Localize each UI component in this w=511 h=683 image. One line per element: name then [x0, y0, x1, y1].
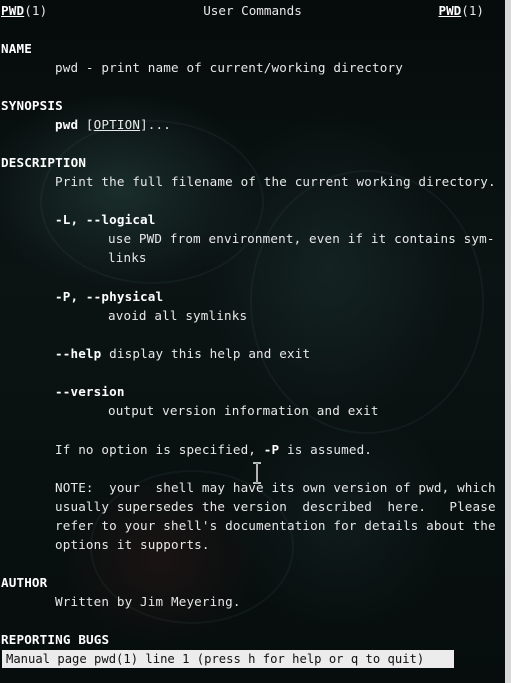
default-post: is assumed.: [279, 442, 373, 457]
option-logical-desc: use PWD from environment, even if it con…: [108, 231, 495, 246]
author-text: Written by Jim Meyering.: [55, 594, 241, 609]
pager-status-bar: Manual page pwd(1) line 1 (press h for h…: [2, 650, 454, 668]
note-line-1: NOTE: your shell may have its own versio…: [55, 480, 496, 495]
description-text: Print the full filename of the current w…: [55, 174, 496, 189]
option-logical-flag: -L, --logical: [55, 212, 156, 227]
note-line-4: options it supports.: [55, 537, 210, 552]
note-line-2: usually supersedes the version described…: [55, 499, 496, 514]
window-border: [505, 0, 511, 683]
synopsis-line: pwd [OPTION]...: [55, 115, 171, 134]
author-heading: AUTHOR: [1, 575, 48, 590]
text-cursor-icon: [253, 462, 261, 484]
option-physical-flag: -P, --physical: [55, 289, 164, 304]
option-version-flag: --version: [55, 384, 125, 399]
synopsis-command: pwd: [55, 117, 79, 132]
header-right-section: (1): [461, 3, 484, 18]
option-help-desc: display this help and exit: [101, 346, 311, 361]
option-logical-desc-cont: links: [108, 250, 147, 265]
option-help-flag: --help: [55, 346, 102, 361]
background-swirl: [40, 120, 264, 284]
option-physical-desc: avoid all symlinks: [108, 308, 248, 323]
synopsis-option: OPTION: [93, 117, 141, 132]
terminal-window[interactable]: PWD(1) User Commands PWD(1) NAME pwd - p…: [0, 0, 505, 683]
note-line-3: refer to your shell's documentation for …: [55, 518, 496, 533]
header-right-name: PWD: [438, 3, 462, 18]
default-pre: If no option is specified,: [55, 442, 264, 457]
name-heading: NAME: [1, 41, 32, 56]
option-version-desc: output version information and exit: [108, 403, 379, 418]
reporting-bugs-heading: REPORTING BUGS: [1, 632, 110, 647]
header-right: PWD(1): [439, 1, 485, 20]
synopsis-open: [: [78, 117, 94, 132]
default-option-line: If no option is specified, -P is assumed…: [55, 440, 372, 459]
name-text: pwd - print name of current/working dire…: [55, 60, 403, 75]
option-help-line: --help display this help and exit: [55, 344, 310, 363]
synopsis-heading: SYNOPSIS: [1, 98, 63, 113]
default-flag: -P: [263, 442, 280, 457]
synopsis-close: ]...: [140, 117, 172, 132]
description-heading: DESCRIPTION: [1, 155, 87, 170]
header-title: User Commands: [203, 3, 302, 18]
background-swirl: [250, 170, 484, 434]
